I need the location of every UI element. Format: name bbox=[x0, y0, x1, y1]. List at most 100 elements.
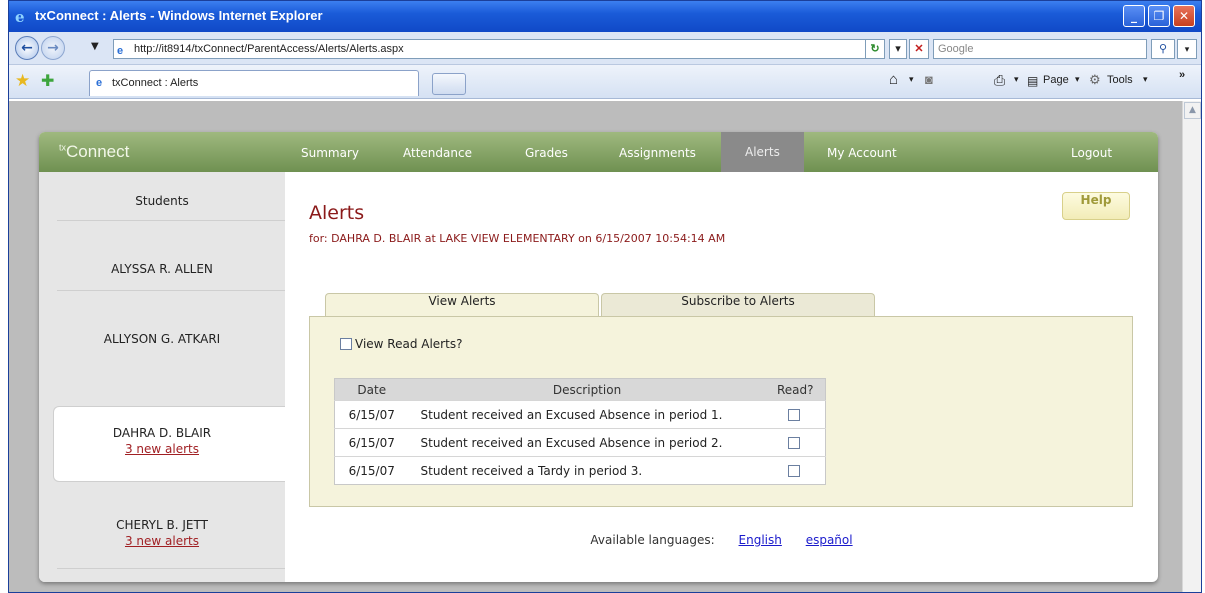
tab-view-alerts[interactable]: View Alerts bbox=[325, 293, 599, 318]
nav-attendance[interactable]: Attendance bbox=[403, 146, 472, 160]
page-dropdown-icon: ▾ bbox=[1075, 74, 1080, 84]
print-dropdown-icon[interactable]: ▾ bbox=[1014, 74, 1019, 85]
url-text: http://it8914/txConnect/ParentAccess/Ale… bbox=[134, 43, 404, 55]
chevron-more-icon[interactable]: » bbox=[1179, 69, 1185, 81]
row-description: Student received a Tardy in period 3. bbox=[408, 456, 766, 485]
recent-pages-icon[interactable]: ▼ bbox=[91, 41, 99, 52]
tab-page-icon: e bbox=[96, 77, 103, 89]
row-date: 6/15/07 bbox=[334, 400, 409, 429]
students-sidebar: Students ALYSSA R. ALLEN ALLYSON G. ATKA… bbox=[39, 172, 285, 582]
print-icon[interactable]: ⎙ bbox=[994, 72, 1005, 89]
new-alerts-link[interactable]: 3 new alerts bbox=[39, 442, 285, 456]
browser-tab-active[interactable]: e txConnect : Alerts bbox=[89, 70, 419, 96]
search-input[interactable]: Google bbox=[933, 39, 1147, 59]
vertical-scrollbar[interactable]: ▲ bbox=[1182, 101, 1201, 592]
tools-dropdown-icon: ▾ bbox=[1143, 74, 1148, 84]
forward-button[interactable]: → bbox=[41, 36, 65, 60]
page-viewport: txConnect Summary Attendance Grades Assi… bbox=[9, 101, 1182, 592]
home-icon[interactable]: ⌂ bbox=[889, 71, 898, 88]
student-name: ALYSSA R. ALLEN bbox=[111, 262, 213, 276]
row-description: Student received an Excused Absence in p… bbox=[408, 400, 766, 429]
view-read-label: View Read Alerts? bbox=[355, 337, 463, 351]
read-checkbox-cell bbox=[765, 428, 826, 457]
search-options-icon[interactable]: ▾ bbox=[1177, 39, 1197, 59]
home-dropdown-icon[interactable]: ▾ bbox=[909, 74, 914, 85]
col-date: Date bbox=[334, 378, 409, 401]
new-alerts-link[interactable]: 3 new alerts bbox=[39, 534, 285, 548]
student-name: ALLYSON G. ATKARI bbox=[103, 332, 221, 346]
nav-grades[interactable]: Grades bbox=[525, 146, 568, 160]
table-row: 6/15/07 Student received a Tardy in peri… bbox=[334, 456, 826, 485]
student-name: CHERYL B. JETT bbox=[116, 518, 208, 532]
address-input[interactable]: e http://it8914/txConnect/ParentAccess/Al… bbox=[113, 39, 885, 59]
view-read-checkbox[interactable] bbox=[340, 338, 352, 350]
nav-assignments[interactable]: Assignments bbox=[619, 146, 696, 160]
tab-subscribe-alerts[interactable]: Subscribe to Alerts bbox=[601, 293, 875, 317]
sidebar-divider bbox=[57, 220, 285, 221]
tab-title: txConnect : Alerts bbox=[112, 77, 199, 89]
title-bar: e txConnect : Alerts - Windows Internet … bbox=[9, 1, 1201, 32]
view-read-alerts-option[interactable]: View Read Alerts? bbox=[340, 337, 462, 351]
nav-summary[interactable]: Summary bbox=[301, 146, 359, 160]
help-button[interactable]: Help bbox=[1062, 192, 1130, 220]
row-description: Student received an Excused Absence in p… bbox=[408, 428, 766, 457]
language-espanol-link[interactable]: español bbox=[806, 533, 853, 547]
alerts-for-line: for: DAHRA D. BLAIR at LAKE VIEW ELEMENT… bbox=[309, 232, 726, 245]
logo-prefix: tx bbox=[59, 142, 67, 153]
address-dropdown-icon[interactable]: ▾ bbox=[889, 39, 907, 59]
nav-my-account[interactable]: My Account bbox=[827, 146, 897, 160]
window-title: txConnect : Alerts - Windows Internet Ex… bbox=[35, 8, 323, 23]
table-header-row: Date Description Read? bbox=[334, 378, 826, 401]
new-tab-button[interactable] bbox=[432, 73, 466, 95]
logout-link[interactable]: Logout bbox=[1071, 146, 1112, 160]
student-item-allyson[interactable]: ALLYSON G. ATKARI bbox=[39, 332, 285, 346]
back-button[interactable]: ← bbox=[15, 36, 39, 60]
stop-icon[interactable]: ✕ bbox=[909, 39, 929, 59]
minimize-button[interactable]: _ bbox=[1123, 5, 1145, 27]
col-description: Description bbox=[408, 378, 766, 401]
tab-toolbar: ★ ✚ e txConnect : Alerts ⌂ ▾ ◙ ⎙ ▾ ▤ Page… bbox=[9, 65, 1201, 99]
logo-text: Connect bbox=[66, 142, 130, 161]
txconnect-app: txConnect Summary Attendance Grades Assi… bbox=[39, 132, 1158, 582]
row-date: 6/15/07 bbox=[334, 456, 409, 485]
restore-button[interactable]: ❐ bbox=[1148, 5, 1170, 27]
view-alerts-panel: View Read Alerts? Date Description Read?… bbox=[309, 316, 1133, 507]
table-row: 6/15/07 Student received an Excused Abse… bbox=[334, 400, 826, 429]
students-header: Students bbox=[135, 194, 189, 208]
page-icon-tb: ▤ bbox=[1027, 74, 1039, 88]
address-bar-row: ← → ▼ e http://it8914/txConnect/ParentAcc… bbox=[9, 32, 1201, 65]
sidebar-divider bbox=[57, 290, 285, 291]
browser-window: e txConnect : Alerts - Windows Internet … bbox=[8, 0, 1202, 593]
favorites-star-icon[interactable]: ★ bbox=[15, 71, 30, 91]
page-title: Alerts bbox=[309, 202, 365, 224]
student-item-alyssa[interactable]: ALYSSA R. ALLEN bbox=[39, 262, 285, 276]
app-nav-bar: txConnect Summary Attendance Grades Assi… bbox=[39, 132, 1158, 172]
page-icon: e bbox=[117, 45, 124, 57]
table-row: 6/15/07 Student received an Excused Abse… bbox=[334, 428, 826, 457]
row-date: 6/15/07 bbox=[334, 428, 409, 457]
add-favorites-icon[interactable]: ✚ bbox=[41, 71, 54, 91]
ie-logo-icon: e bbox=[15, 8, 25, 26]
read-checkbox[interactable] bbox=[787, 464, 800, 477]
sidebar-divider bbox=[57, 568, 285, 569]
tools-gear-icon: ⚙ bbox=[1089, 72, 1101, 87]
feeds-icon[interactable]: ◙ bbox=[925, 72, 933, 87]
language-english-link[interactable]: English bbox=[739, 533, 782, 547]
scroll-up-icon[interactable]: ▲ bbox=[1184, 102, 1201, 119]
read-checkbox-cell bbox=[765, 456, 826, 485]
search-icon[interactable]: ⚲ bbox=[1151, 39, 1175, 59]
student-item-cheryl[interactable]: CHERYL B. JETT 3 new alerts bbox=[39, 518, 285, 548]
read-checkbox-cell bbox=[765, 400, 826, 429]
student-item-dahra[interactable]: DAHRA D. BLAIR 3 new alerts bbox=[39, 426, 285, 456]
nav-alerts[interactable]: Alerts bbox=[721, 132, 804, 172]
close-button[interactable]: ✕ bbox=[1173, 5, 1195, 27]
languages-row: Available languages: English español bbox=[285, 533, 1158, 547]
page-menu[interactable]: Page bbox=[1043, 74, 1069, 86]
tools-menu[interactable]: Tools bbox=[1107, 74, 1133, 86]
refresh-icon[interactable]: ↻ bbox=[865, 39, 885, 59]
read-checkbox[interactable] bbox=[787, 408, 800, 421]
student-name: DAHRA D. BLAIR bbox=[112, 426, 212, 440]
languages-label: Available languages: bbox=[590, 533, 715, 547]
read-checkbox[interactable] bbox=[787, 436, 800, 449]
alerts-main: Alerts for: DAHRA D. BLAIR at LAKE VIEW … bbox=[285, 172, 1158, 582]
